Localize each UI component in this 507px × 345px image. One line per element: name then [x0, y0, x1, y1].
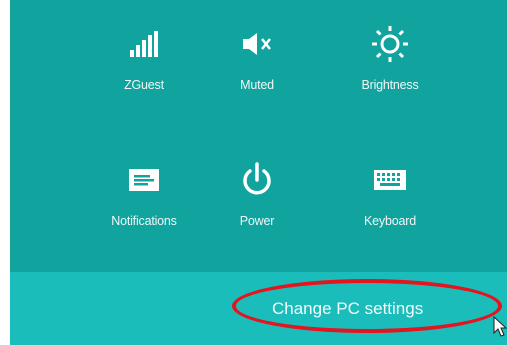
power-label: Power [239, 214, 275, 228]
keyboard-tile[interactable]: Keyboard [330, 140, 450, 250]
change-pc-settings-bar[interactable]: Change PC settings [10, 272, 507, 345]
brightness-tile[interactable]: Brightness [330, 4, 450, 114]
speaker-muted-icon [197, 26, 317, 62]
notifications-icon [84, 162, 204, 198]
wifi-signal-icon [84, 26, 204, 62]
keyboard-label: Keyboard [364, 214, 416, 228]
mouse-cursor-icon [493, 315, 507, 338]
settings-charm-panel: ZGuest Muted Brightness Notifications Po… [10, 0, 507, 345]
brightness-icon [330, 26, 450, 62]
network-tile[interactable]: ZGuest [84, 4, 204, 114]
quick-settings-grid: ZGuest Muted Brightness Notifications Po… [10, 0, 507, 272]
power-icon [197, 162, 317, 198]
keyboard-icon [330, 162, 450, 198]
network-label: ZGuest [124, 78, 164, 92]
brightness-label: Brightness [361, 78, 419, 92]
power-tile[interactable]: Power [197, 140, 317, 250]
volume-label: Muted [240, 78, 274, 92]
volume-tile[interactable]: Muted [197, 4, 317, 114]
change-pc-settings-link[interactable]: Change PC settings [272, 299, 423, 319]
notifications-label: Notifications [111, 214, 177, 228]
notifications-tile[interactable]: Notifications [84, 140, 204, 250]
